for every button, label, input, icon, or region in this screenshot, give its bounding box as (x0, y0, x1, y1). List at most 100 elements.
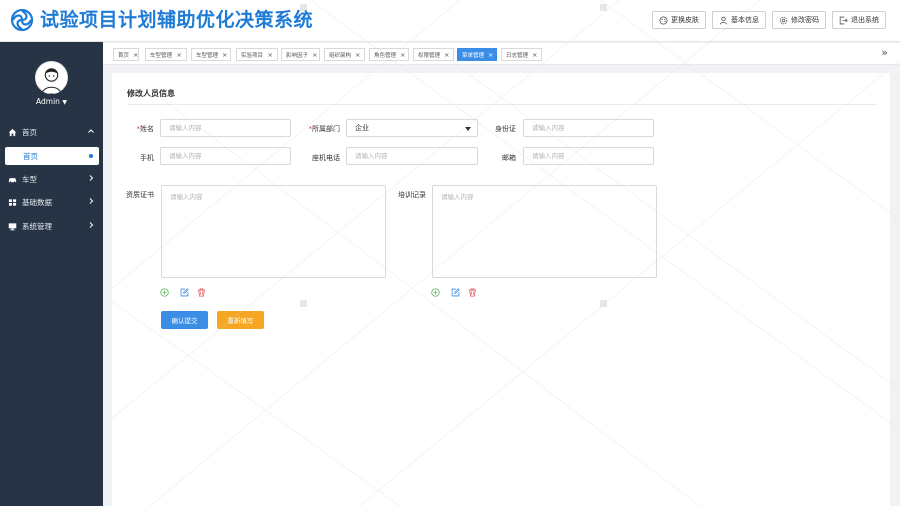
tab-label: 实验项目 (241, 52, 264, 59)
close-icon[interactable]: × (488, 51, 493, 59)
chevron-right-icon (89, 222, 94, 228)
certificate-textarea[interactable] (161, 185, 386, 278)
training-label: 培训记录 (398, 191, 426, 199)
tab-label: 权限管理 (418, 52, 441, 59)
close-icon[interactable]: × (444, 51, 449, 59)
change-skin-label: 更换皮肤 (671, 16, 699, 24)
sidebar-item-base-data[interactable]: 基础数据 (0, 191, 103, 213)
basic-info-label: 基本信息 (731, 16, 759, 24)
close-icon[interactable]: × (355, 51, 360, 59)
phone-input[interactable] (160, 147, 291, 165)
tab-experiment[interactable]: 实验项目 × (236, 48, 278, 61)
caret-down-icon: ▼ (62, 99, 67, 106)
sidebar-item-label: 车型 (22, 174, 37, 184)
change-password-label: 修改密码 (791, 16, 819, 24)
title-divider (127, 104, 877, 105)
name-label-text: 姓名 (140, 125, 154, 133)
tab-label: 日志管理 (506, 52, 529, 59)
department-label-text: 所属部门 (312, 125, 340, 133)
tab-label: 首页 (118, 52, 130, 59)
submit-button[interactable]: 确认提交 (161, 311, 208, 329)
close-icon[interactable]: × (312, 51, 317, 59)
name-label: *姓名 (132, 124, 155, 134)
edit-person-panel: 修改人员信息 *姓名 *所属部门 企业 身份证 手机 座机电话 邮箱 资质证书 … (112, 73, 890, 506)
change-skin-button[interactable]: 更换皮肤 (652, 11, 706, 29)
idcard-input[interactable] (523, 119, 654, 137)
avatar[interactable] (35, 61, 68, 94)
idcard-label: 身份证 (495, 125, 516, 133)
page-title: 修改人员信息 (127, 89, 175, 98)
tab-car-model-2[interactable]: 车型管理 × (191, 48, 231, 61)
close-icon[interactable]: × (177, 51, 182, 59)
tab-home[interactable]: 首页 × (113, 48, 139, 61)
close-icon[interactable]: × (532, 51, 537, 59)
training-textarea[interactable] (432, 185, 657, 278)
department-label: *所属部门 (300, 124, 341, 134)
basic-info-button[interactable]: 基本信息 (712, 11, 766, 29)
sidebar-item-car[interactable]: 车型 (0, 168, 103, 190)
phone-label: 手机 (140, 154, 154, 162)
close-icon[interactable]: × (400, 51, 405, 59)
logo-icon (10, 8, 34, 32)
tabs-more-icon[interactable]: » (881, 46, 888, 59)
landline-input[interactable] (346, 147, 478, 165)
user-menu-toggle[interactable]: Admin ▼ (0, 97, 103, 106)
caret-down-icon (465, 127, 471, 131)
sidebar-item-system[interactable]: 系统管理 (0, 215, 103, 237)
tab-car-model-1[interactable]: 车型管理 × (145, 48, 187, 61)
delete-icon[interactable] (197, 288, 206, 297)
tab-permission-management[interactable]: 权限管理 × (413, 48, 454, 61)
landline-label: 座机电话 (312, 154, 340, 162)
tab-menu-management[interactable]: 菜单管理 × (457, 48, 497, 61)
certificate-label: 资质证书 (126, 191, 154, 199)
tab-label: 车型管理 (150, 52, 173, 59)
close-icon[interactable]: × (133, 51, 138, 59)
email-input[interactable] (523, 147, 654, 165)
logout-button[interactable]: 退出系统 (832, 11, 886, 29)
top-header: 试验项目计划辅助优化决策系统 更换皮肤 基本信息 修改密码 退出系统 (0, 0, 900, 42)
sidebar-subitem-label: 首页 (23, 151, 38, 161)
monitor-icon (8, 222, 17, 230)
header-actions: 更换皮肤 基本信息 修改密码 退出系统 (652, 11, 886, 29)
department-select-value: 企业 (355, 124, 369, 132)
change-password-button[interactable]: 修改密码 (772, 11, 826, 29)
tabs-bar: 首页 × 车型管理 × 车型管理 × 实验项目 × 影响因子 × 组织架构 × 角色管理 × … (103, 43, 900, 65)
department-select[interactable]: 企业 (346, 119, 478, 137)
sidebar-item-label: 基础数据 (22, 197, 52, 207)
logout-label: 退出系统 (851, 16, 879, 24)
tab-log-management[interactable]: 日志管理 × (501, 48, 542, 61)
tab-role-management[interactable]: 角色管理 × (369, 48, 409, 61)
palette-icon (659, 15, 668, 25)
avatar-illustration-icon (35, 61, 68, 94)
user-icon (719, 16, 728, 25)
name-input[interactable] (160, 119, 291, 137)
gear-icon (779, 16, 788, 24)
chevron-up-icon (88, 129, 94, 133)
add-icon[interactable] (431, 288, 440, 297)
sidebar: Admin ▼ 首页 首页 车型 基础数据 系统管理 (0, 42, 103, 506)
user-name: Admin (36, 97, 60, 106)
sidebar-item-label: 系统管理 (22, 221, 52, 231)
close-icon[interactable]: × (268, 51, 273, 59)
reset-button[interactable]: 重新填写 (217, 311, 264, 329)
chevron-right-icon (89, 175, 94, 181)
edit-icon[interactable] (451, 288, 460, 297)
close-icon[interactable]: × (222, 51, 227, 59)
add-icon[interactable] (160, 288, 169, 297)
logout-icon (839, 16, 848, 24)
tab-impact-factor[interactable]: 影响因子 × (281, 48, 320, 61)
database-icon (8, 198, 17, 206)
tab-label: 影响因子 (286, 52, 309, 59)
tab-label: 菜单管理 (462, 52, 485, 59)
tab-label: 组织架构 (329, 52, 352, 59)
chevron-right-icon (89, 198, 94, 204)
tab-org-structure[interactable]: 组织架构 × (324, 48, 365, 61)
edit-icon[interactable] (180, 288, 189, 297)
active-dot-icon (89, 154, 93, 158)
tab-label: 车型管理 (196, 52, 219, 59)
delete-icon[interactable] (468, 288, 477, 297)
sidebar-item-home[interactable]: 首页 (0, 121, 103, 143)
home-icon (8, 128, 17, 136)
email-label: 邮箱 (502, 154, 516, 162)
sidebar-subitem-home[interactable]: 首页 (5, 147, 99, 165)
